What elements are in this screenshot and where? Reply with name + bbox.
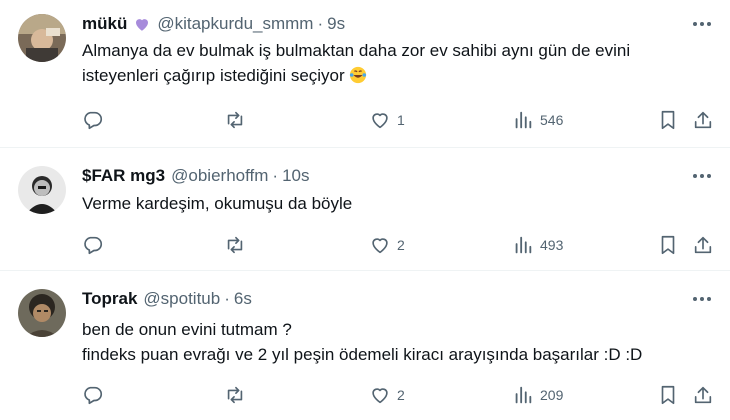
views-chart-icon [515,236,532,254]
separator-dot: · [224,289,230,308]
views-button[interactable]: 546 [512,108,563,132]
laughing-tears-emoji [349,66,367,84]
heart-icon [372,388,388,404]
share-icon [694,386,712,404]
views-button[interactable]: 209 [512,383,563,407]
retweet-button[interactable] [224,108,252,132]
display-name[interactable]: Toprak [82,289,137,309]
tweet-3[interactable]: Toprak @spotitub · 6s ben de onun evini … [0,271,730,420]
avatar[interactable] [18,14,66,62]
bookmark-icon [661,110,675,130]
like-button[interactable]: 1 [369,108,405,132]
view-count: 546 [540,112,564,128]
avatar[interactable] [18,289,66,337]
tweet-actions: 1 546 [82,108,718,132]
heart-icon [372,113,388,129]
bookmark-button[interactable] [657,383,679,407]
more-options-icon[interactable] [690,289,714,309]
display-name[interactable]: $FAR mg3 [82,166,165,186]
like-count: 1 [397,112,405,128]
reply-icon [84,111,103,130]
tweet-text-line: isteyenleri çağırıp istediğini seçiyor [82,66,345,85]
bookmark-button[interactable] [657,108,679,132]
tweet-text-line: Verme kardeşim, okumuşu da böyle [82,194,353,213]
share-button[interactable] [692,383,714,407]
retweet-icon [227,236,243,254]
tweet-text-line: findeks puan evrağı ve 2 yıl peşin ödeme… [82,345,643,364]
reply-button[interactable] [82,383,110,407]
view-count: 209 [540,387,564,403]
more-options-icon[interactable] [690,14,714,34]
tweet-text: ben de onun evini tutmam ? findeks puan … [82,317,710,367]
retweet-icon [227,386,243,404]
like-button[interactable]: 2 [369,383,405,407]
reply-icon [84,236,103,255]
share-button[interactable] [692,108,714,132]
heart-icon [372,238,388,254]
like-count: 2 [397,387,405,403]
display-name[interactable]: mükü [82,14,127,34]
tweet-text-line: ben de onun evini tutmam ? [82,320,292,339]
separator-dot: · [272,166,279,185]
views-button[interactable]: 493 [512,233,563,257]
reply-icon [84,386,103,405]
retweet-button[interactable] [224,233,252,257]
user-handle[interactable]: @obierhoffm [171,166,268,186]
tweet-text: Almanya da ev bulmak iş bulmaktan daha z… [82,38,710,88]
user-handle[interactable]: @spotitub [143,289,220,309]
timestamp[interactable]: 9s [327,14,345,34]
share-button[interactable] [692,233,714,257]
more-options-icon[interactable] [690,166,714,186]
tweet-1[interactable]: mükü @kitapkurdu_smmm · 9s Almanya da ev… [0,0,730,147]
tweet-2[interactable]: $FAR mg3 @obierhoffm · 10s Verme kardeşi… [0,148,730,270]
reply-button[interactable] [82,108,110,132]
share-icon [694,111,712,129]
like-button[interactable]: 2 [369,233,405,257]
bookmark-button[interactable] [657,233,679,257]
like-count: 2 [397,237,405,253]
reply-button[interactable] [82,233,110,257]
user-handle[interactable]: @kitapkurdu_smmm [157,14,313,34]
purple-heart-icon [133,15,151,33]
timestamp[interactable]: 6s [234,289,252,309]
tweet-text-line: Almanya da ev bulmak iş bulmaktan daha z… [82,41,631,60]
separator-dot: · [317,14,324,33]
views-chart-icon [515,386,532,404]
tweet-actions: 2 209 [82,383,718,407]
views-chart-icon [515,111,532,129]
share-icon [694,236,712,254]
timestamp[interactable]: 10s [282,166,309,186]
tweet-text: Verme kardeşim, okumuşu da böyle [82,191,710,216]
bookmark-icon [661,235,675,255]
retweet-button[interactable] [224,383,252,407]
bookmark-icon [661,385,675,405]
avatar[interactable] [18,166,66,214]
tweet-actions: 2 493 [82,233,718,257]
retweet-icon [227,111,243,129]
view-count: 493 [540,237,564,253]
